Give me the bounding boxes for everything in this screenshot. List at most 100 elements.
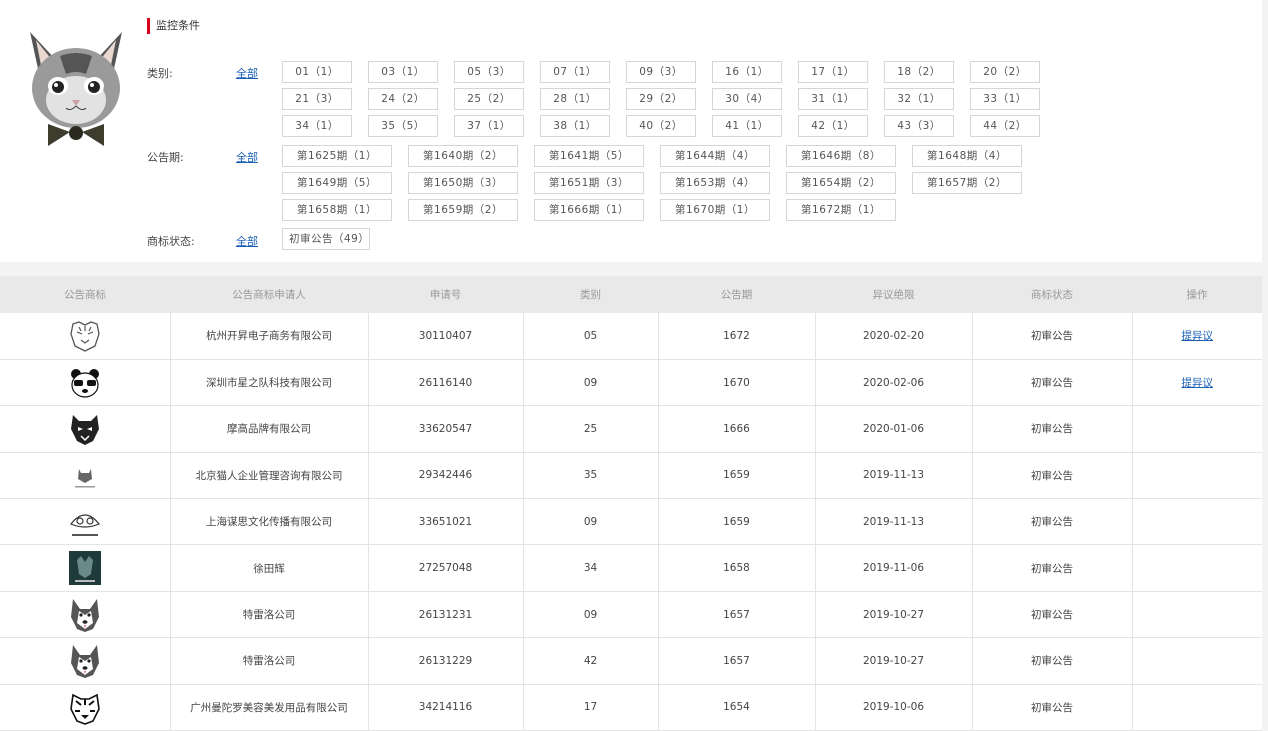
category-tag[interactable]: 33（1） [970, 88, 1040, 110]
category-tag[interactable]: 17（1） [798, 61, 868, 83]
table-row: 徐田辉 27257048 34 1658 2019-11-06 初审公告 [0, 544, 1262, 592]
issue-tag[interactable]: 第1646期（8） [786, 145, 896, 167]
issue-tag[interactable]: 第1666期（1） [534, 199, 644, 221]
col-issue: 公告期 [658, 276, 815, 313]
deadline-cell: 2019-11-13 [815, 498, 973, 546]
category-cell: 34 [523, 544, 659, 592]
col-status: 商标状态 [972, 276, 1132, 313]
status-all-link[interactable]: 全部 [236, 233, 258, 249]
reg-no-cell: 33651021 [368, 498, 524, 546]
applicant-cell: 杭州开昇电子商务有限公司 [170, 313, 369, 360]
issue-tag[interactable]: 第1672期（1） [786, 199, 896, 221]
issue-tag[interactable]: 第1659期（2） [408, 199, 518, 221]
category-tag[interactable]: 38（1） [540, 115, 610, 137]
table-header-row: 公告商标 公告商标申请人 申请号 类别 公告期 异议绝限 商标状态 操作 [0, 276, 1262, 313]
action-cell: 提异议 [1132, 313, 1262, 360]
category-tag[interactable]: 41（1） [712, 115, 782, 137]
category-cell: 05 [523, 313, 659, 360]
category-tag[interactable]: 43（3） [884, 115, 954, 137]
issue-cell: 1658 [658, 544, 816, 592]
issue-all-link[interactable]: 全部 [236, 149, 258, 165]
husky-icon[interactable] [67, 598, 103, 632]
category-tag[interactable]: 21（3） [282, 88, 352, 110]
applicant-cell: 徐田辉 [170, 544, 369, 592]
trademark-image-cell [0, 405, 171, 453]
cat-small-icon[interactable] [67, 469, 103, 488]
deadline-cell: 2019-10-27 [815, 591, 973, 639]
category-tag[interactable]: 28（1） [540, 88, 610, 110]
col-category: 类别 [523, 276, 658, 313]
issue-tag[interactable]: 第1654期（2） [786, 172, 896, 194]
category-tag[interactable]: 16（1） [712, 61, 782, 83]
table-row: 摩高品牌有限公司 33620547 25 1666 2020-01-06 初审公告 [0, 405, 1262, 453]
panda-sunglasses-icon[interactable] [67, 368, 103, 398]
category-tag[interactable]: 01（1） [282, 61, 352, 83]
reg-no-cell: 27257048 [368, 544, 524, 592]
status-tag[interactable]: 初审公告（49） [282, 228, 370, 250]
wolf-head-icon[interactable] [67, 414, 103, 445]
action-cell [1132, 544, 1262, 592]
category-cell: 09 [523, 359, 659, 407]
category-tag[interactable]: 20（2） [970, 61, 1040, 83]
status-cell: 初审公告 [972, 637, 1133, 685]
tiger-face-icon[interactable] [67, 694, 103, 726]
category-tag[interactable]: 30（4） [712, 88, 782, 110]
action-cell [1132, 684, 1262, 731]
category-tag[interactable]: 32（1） [884, 88, 954, 110]
table-row: 深圳市星之队科技有限公司 26116140 09 1670 2020-02-06 初审公告… [0, 359, 1262, 407]
issue-tag[interactable]: 第1641期（5） [534, 145, 644, 167]
status-cell: 初审公告 [972, 544, 1133, 592]
issue-tag[interactable]: 第1651期（3） [534, 172, 644, 194]
issue-tag[interactable]: 第1653期（4） [660, 172, 770, 194]
applicant-cell: 广州曼陀罗美容美发用品有限公司 [170, 684, 369, 731]
issue-tag[interactable]: 第1650期（3） [408, 172, 518, 194]
issue-tags: 第1625期（1） 第1640期（2） 第1641期（5） 第1644期（4） 第164… [282, 145, 1042, 221]
issue-tag[interactable]: 第1644期（4） [660, 145, 770, 167]
husky-icon[interactable] [67, 644, 103, 678]
raccoon-icon[interactable] [67, 514, 103, 536]
category-tag[interactable]: 31（1） [798, 88, 868, 110]
table-row: 广州曼陀罗美容美发用品有限公司 34214116 17 1654 2019-10-06 初… [0, 684, 1262, 731]
issue-tag[interactable]: 第1670期（1） [660, 199, 770, 221]
category-tag[interactable]: 35（5） [368, 115, 438, 137]
deadline-cell: 2019-11-13 [815, 452, 973, 500]
category-all-link[interactable]: 全部 [236, 65, 258, 81]
category-tag[interactable]: 05（3） [454, 61, 524, 83]
status-cell: 初审公告 [972, 313, 1133, 360]
category-tag[interactable]: 40（2） [626, 115, 696, 137]
monitor-conditions-title: 监控条件 [147, 18, 200, 34]
dark-poster-icon[interactable] [67, 551, 103, 586]
issue-tag[interactable]: 第1648期（4） [912, 145, 1022, 167]
issue-tag[interactable]: 第1640期（2） [408, 145, 518, 167]
category-tag[interactable]: 03（1） [368, 61, 438, 83]
issue-tag[interactable]: 第1625期（1） [282, 145, 392, 167]
category-tag[interactable]: 44（2） [970, 115, 1040, 137]
category-tag[interactable]: 24（2） [368, 88, 438, 110]
tiger-line-icon[interactable] [67, 321, 103, 352]
category-tag[interactable]: 37（1） [454, 115, 524, 137]
category-tag[interactable]: 29（2） [626, 88, 696, 110]
table-row: 北京猫人企业管理咨询有限公司 29342446 35 1659 2019-11-13 初审… [0, 452, 1262, 500]
file-opposition-link[interactable]: 提异议 [1182, 377, 1214, 389]
issue-tag[interactable]: 第1657期（2） [912, 172, 1022, 194]
issue-tag[interactable]: 第1649期（5） [282, 172, 392, 194]
trademark-image-cell [0, 498, 171, 546]
category-tag[interactable]: 07（1） [540, 61, 610, 83]
col-applicant: 公告商标申请人 [170, 276, 368, 313]
category-tag[interactable]: 42（1） [798, 115, 868, 137]
applicant-cell: 北京猫人企业管理咨询有限公司 [170, 452, 369, 500]
category-tag[interactable]: 09（3） [626, 61, 696, 83]
category-tag[interactable]: 18（2） [884, 61, 954, 83]
applicant-cell: 特雷洛公司 [170, 637, 369, 685]
file-opposition-link[interactable]: 提异议 [1182, 330, 1214, 342]
issue-cell: 1659 [658, 498, 816, 546]
issue-tag[interactable]: 第1658期（1） [282, 199, 392, 221]
category-tag[interactable]: 25（2） [454, 88, 524, 110]
col-trademark: 公告商标 [0, 276, 170, 313]
reg-no-cell: 33620547 [368, 405, 524, 453]
reg-no-cell: 29342446 [368, 452, 524, 500]
issue-cell: 1672 [658, 313, 816, 360]
status-tags: 初审公告（49） [282, 228, 370, 250]
page-scrollbar[interactable] [1262, 0, 1268, 723]
category-tag[interactable]: 34（1） [282, 115, 352, 137]
